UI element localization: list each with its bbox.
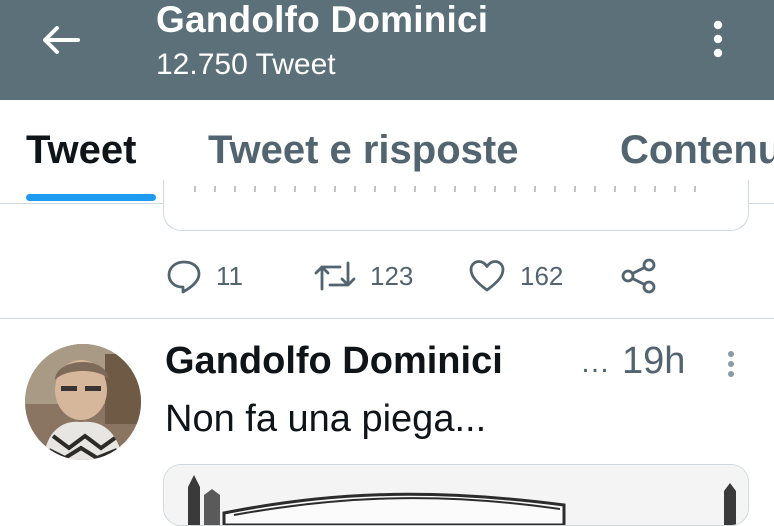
share-button[interactable]: [620, 254, 658, 298]
quoted-text-fragment: [188, 186, 708, 192]
more-vertical-icon: [728, 351, 734, 377]
retweet-count: 123: [370, 260, 414, 291]
arrow-left-icon: [43, 26, 80, 54]
more-options-button[interactable]: [700, 16, 736, 62]
share-icon: [621, 258, 656, 294]
heart-icon: [469, 260, 505, 292]
quoted-tweet-card[interactable]: [163, 180, 749, 231]
tweet-media[interactable]: [163, 464, 749, 526]
like-count: 162: [520, 260, 564, 291]
reply-count: 11: [216, 260, 243, 291]
tab-contenuti-multimediali[interactable]: Contenuti multimediali: [620, 128, 774, 173]
tweet-timestamp[interactable]: 19h: [622, 340, 685, 383]
active-tab-indicator: [26, 194, 156, 201]
reply-icon: [167, 260, 201, 294]
retweet-icon: [314, 261, 356, 291]
more-vertical-icon: [713, 20, 723, 58]
tweet-author-name[interactable]: Gandolfo Dominici: [165, 340, 503, 383]
like-button[interactable]: 162: [468, 254, 563, 298]
tweet-more-button[interactable]: [722, 346, 740, 382]
tweet-count: 12.750 Tweet: [156, 48, 336, 81]
profile-header: Gandolfo Dominici 12.750 Tweet: [0, 0, 774, 100]
profile-name: Gandolfo Dominici: [156, 0, 489, 40]
tweet-item[interactable]: Gandolfo Dominici … 19h Non fa una piega…: [0, 320, 774, 526]
retweet-button[interactable]: 123: [314, 254, 413, 298]
avatar-photo: [25, 344, 141, 460]
media-image: [164, 465, 748, 525]
back-button[interactable]: [36, 18, 84, 62]
tab-tweet-e-risposte[interactable]: Tweet e risposte: [208, 128, 518, 173]
tweet-text: Non fa una piega...: [165, 398, 487, 440]
avatar[interactable]: [25, 344, 141, 460]
tab-tweet[interactable]: Tweet: [26, 128, 136, 173]
author-handle-truncated: …: [580, 346, 610, 379]
reply-button[interactable]: 11: [166, 254, 243, 298]
tweet-actions: 11 123 162: [0, 248, 774, 304]
tweet-divider: [0, 318, 774, 319]
